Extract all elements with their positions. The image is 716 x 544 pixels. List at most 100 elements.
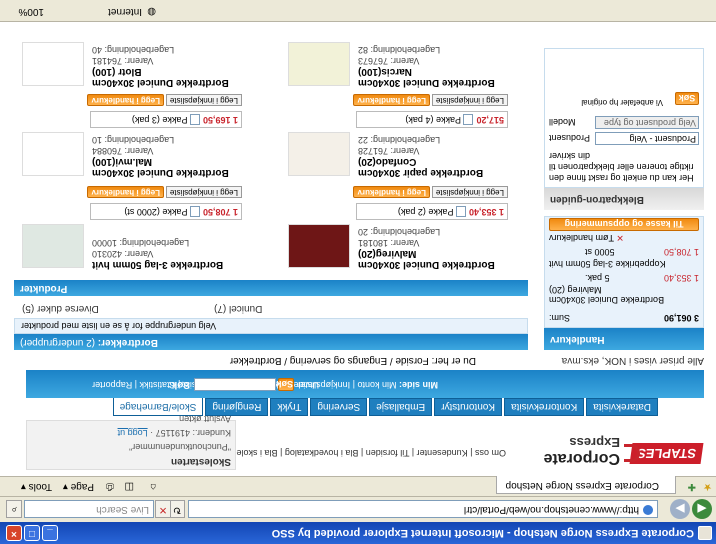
product-stock: Lagerbeholdning: 10 xyxy=(92,135,175,145)
product-varenr: Varenr: 180181 xyxy=(358,238,420,248)
product-name[interactable]: Bordtrekke Dunicel 30x40cm xyxy=(358,77,508,88)
product-thumbnail[interactable] xyxy=(288,42,350,86)
window-title: Corporate Express Norge Netshop - Micros… xyxy=(271,527,694,539)
logo-line2: Express xyxy=(569,435,620,450)
tab-servering[interactable]: Servering xyxy=(310,398,368,416)
cart-body: Sum: 3 061,90 Bordtrekke Dunicel 30x40cm… xyxy=(544,216,704,328)
product-card: Bordtrekke papir 30x40cm Confado(20) Varen… xyxy=(288,80,508,180)
product-name[interactable]: Bordtrekke papir 30x40cm xyxy=(358,167,508,178)
forward-arrow-icon[interactable]: ▶ xyxy=(670,499,690,519)
product-name[interactable]: Bordtrekke 3-lag 50mm hvit xyxy=(92,259,242,270)
home-icon[interactable]: ⌂ xyxy=(150,479,156,493)
product-subname[interactable]: Confado(20) xyxy=(358,156,508,167)
add-to-cart-button[interactable]: Legg i handlekurv xyxy=(87,94,164,106)
page-menu[interactable]: Page ▾ xyxy=(63,479,94,493)
product-thumbnail[interactable] xyxy=(288,224,350,268)
cart-item-price: 1 353,40 xyxy=(663,273,699,283)
close-button[interactable]: × xyxy=(6,525,22,541)
breadcrumb[interactable]: Du er her: Forside / Engangs og serverin… xyxy=(230,355,476,366)
staples-logo: STAPLES xyxy=(629,443,704,464)
product-subname[interactable]: Mal.mvi(100) xyxy=(92,156,242,167)
tab-kontorutstyr[interactable]: Kontorutstyr xyxy=(434,398,503,416)
product-grid: Bordtrekke 3-lag 50mm hvit Varenr: 420310… xyxy=(14,4,528,280)
customer-label-text: "Punchoutkundenummer" xyxy=(129,442,231,452)
add-to-list-button[interactable]: Legg i innkjøpsliste xyxy=(431,186,508,198)
customer-no: Kundenr.: 4191157 · Logg ut xyxy=(117,428,231,438)
add-to-cart-button[interactable]: Legg i handlekurv xyxy=(353,186,430,198)
model-select[interactable]: Velg produsent og type xyxy=(595,116,699,129)
cart-item-name[interactable]: Bordtrekke Dunicel 30x40cm Malvireg (20) xyxy=(549,285,699,305)
tab-trykk[interactable]: Trykk xyxy=(270,398,309,416)
subcat-diverse[interactable]: Diverse duker (5) xyxy=(22,303,99,314)
empty-cart-label: Tøm handlekurv xyxy=(549,233,615,243)
product-thumbnail[interactable] xyxy=(22,224,84,268)
corporate-express-logo-icon xyxy=(624,444,640,462)
add-to-list-button[interactable]: Legg i innkjøpsliste xyxy=(165,186,242,198)
product-thumbnail[interactable] xyxy=(22,132,84,176)
command-bar: ★ ✚ Corporate Express Norge Netshop ⌂ ◫ … xyxy=(0,476,716,496)
product-actions: Legg i innkjøpslisteLegg i handlekurv xyxy=(353,186,508,198)
tab-emballasje[interactable]: Emballasje xyxy=(369,398,433,416)
product-actions: Legg i innkjøpslisteLegg i handlekurv xyxy=(87,186,242,198)
tools-menu[interactable]: Tools ▾ xyxy=(21,479,52,493)
add-to-cart-button[interactable]: Legg i handlekurv xyxy=(87,186,164,198)
qty-input[interactable] xyxy=(463,113,474,125)
search-button[interactable]: Søk xyxy=(276,378,294,391)
cart-item-name[interactable]: Koppebrikke 3-lag 50mm hvit xyxy=(549,259,666,269)
stop-icon[interactable]: ✕ xyxy=(155,500,171,518)
tab-datarekvisita[interactable]: Datarekvisita xyxy=(586,398,658,416)
price-qty-row: 1 169,50 Pakke (3 pak) xyxy=(90,111,242,128)
my-page-label: Min side: xyxy=(398,380,438,390)
address-input[interactable]: http://www.cenetshop.no/web/Portal/ctrl xyxy=(188,500,658,518)
prices-note: Alle priser vises i NOK, eks.mva xyxy=(561,355,704,366)
product-stock: Lagerbeholdning: 20 xyxy=(358,227,441,237)
maximize-button[interactable]: □ xyxy=(24,525,40,541)
add-to-cart-button[interactable]: Legg i handlekurv xyxy=(353,94,430,106)
search-icon[interactable]: ⌕ xyxy=(6,500,22,518)
feed-icon[interactable]: ◫ xyxy=(125,479,134,493)
live-search-input[interactable]: Live Search xyxy=(24,500,154,518)
ink-search-button[interactable]: Søk xyxy=(675,92,699,105)
add-to-list-button[interactable]: Legg i innkjøpsliste xyxy=(431,94,508,106)
qty-input[interactable] xyxy=(455,205,466,217)
zone-label: Internet xyxy=(108,6,142,17)
product-subname[interactable]: Malvireg(20) xyxy=(358,248,508,259)
product-thumbnail[interactable] xyxy=(288,132,350,176)
browser-tab[interactable]: Corporate Express Norge Netshop xyxy=(496,476,676,494)
add-favorite-icon[interactable]: ✚ xyxy=(688,481,696,492)
product-subname[interactable]: Blotr (100) xyxy=(92,66,242,77)
product-card: Bordtrekke 3-lag 50mm hvit Varenr: 420310… xyxy=(22,172,242,272)
product-name[interactable]: Bordtrekke Dunicel 30x40cm xyxy=(358,259,508,270)
minimize-button[interactable]: _ xyxy=(42,525,58,541)
page-icon xyxy=(643,504,653,515)
product-subname[interactable]: Narcis(100) xyxy=(358,66,508,77)
search-input[interactable] xyxy=(194,378,276,391)
model-select-value: Velg produsent og type xyxy=(603,118,696,128)
top-links[interactable]: Om oss | Kundesenter | Til forsiden | Bl… xyxy=(207,448,506,458)
product-name[interactable]: Bordtrekke Dunicel 30x40cm xyxy=(92,167,242,178)
product-varenr: Varenr: 764181 xyxy=(92,56,154,66)
product-name[interactable]: Bordtrekke Dunicel 30x40cm xyxy=(92,77,242,88)
empty-cart-link[interactable]: ✕ Tøm handlekurv xyxy=(549,232,624,243)
product-thumbnail[interactable] xyxy=(22,42,84,86)
back-arrow-icon[interactable]: ◀ xyxy=(692,499,712,519)
subcat-dunicel[interactable]: Dunicel (7) xyxy=(214,303,262,314)
tab-kontorrekvisita[interactable]: Kontorrekvisita xyxy=(504,398,585,416)
checkout-button[interactable]: Til kasse og oppsummering xyxy=(549,218,699,231)
refresh-icon[interactable]: ↻ xyxy=(169,500,185,518)
qty-input[interactable] xyxy=(189,113,200,125)
producer-select[interactable]: Produsent - Velg xyxy=(595,132,699,145)
product-stock: Lagerbeholdning: 82 xyxy=(358,45,441,55)
staples-text: STAPLES xyxy=(635,446,698,461)
category-header: Bordtrekker: (2 undergrupper) xyxy=(14,334,528,350)
product-card: Bordtrekke Dunicel 30x40cm Malvireg(20) Va… xyxy=(288,172,508,272)
qty-input[interactable] xyxy=(189,205,200,217)
logout-link[interactable]: Logg ut xyxy=(118,428,148,438)
tab-rengjoring[interactable]: Rengjøring xyxy=(205,398,269,416)
add-to-list-button[interactable]: Legg i innkjøpsliste xyxy=(165,94,242,106)
tab-skole[interactable]: Skole/Barnehage xyxy=(112,398,204,416)
customer-label: "Punchoutkundenummer" xyxy=(27,440,235,454)
zoom-level[interactable]: 100% xyxy=(18,1,44,21)
favorites-star-icon[interactable]: ★ xyxy=(703,481,712,492)
print-icon[interactable]: ⎙ xyxy=(106,479,114,493)
